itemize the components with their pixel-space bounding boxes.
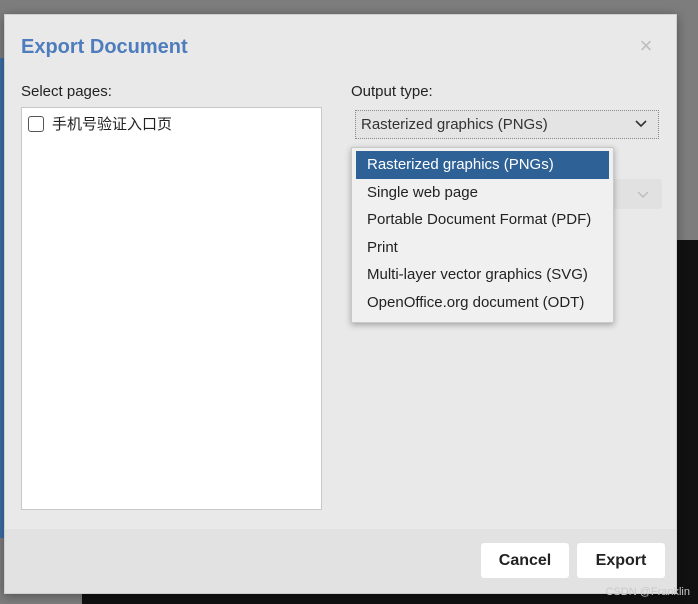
option-odt[interactable]: OpenOffice.org document (ODT): [356, 289, 609, 317]
export-button[interactable]: Export: [577, 543, 665, 578]
option-print[interactable]: Print: [356, 234, 609, 262]
page-checkbox[interactable]: [28, 115, 44, 132]
output-type-select[interactable]: Rasterized graphics (PNGs): [355, 110, 659, 139]
watermark: CSDN @Franklin: [605, 586, 690, 598]
close-icon[interactable]: ×: [635, 35, 657, 57]
output-type-dropdown: Rasterized graphics (PNGs) Single web pa…: [351, 147, 614, 323]
cancel-button[interactable]: Cancel: [481, 543, 569, 578]
dialog-title: Export Document: [21, 36, 188, 58]
background-canvas-right: [676, 240, 698, 604]
dialog-footer: Cancel Export: [5, 529, 676, 593]
option-pdf[interactable]: Portable Document Format (PDF): [356, 206, 609, 234]
chevron-down-icon: [635, 120, 647, 128]
output-type-label: Output type:: [351, 83, 433, 100]
option-png[interactable]: Rasterized graphics (PNGs): [356, 151, 609, 179]
option-svg[interactable]: Multi-layer vector graphics (SVG): [356, 261, 609, 289]
export-dialog: Export Document × Select pages: 手机号验证入口页…: [4, 14, 677, 594]
chevron-down-icon: [637, 191, 649, 198]
option-web-page[interactable]: Single web page: [356, 179, 609, 207]
select-pages-label: Select pages:: [21, 83, 112, 100]
pages-list[interactable]: 手机号验证入口页: [21, 107, 322, 510]
list-item[interactable]: 手机号验证入口页: [28, 113, 172, 134]
page-item-label: 手机号验证入口页: [52, 116, 173, 133]
output-type-value: Rasterized graphics (PNGs): [361, 116, 548, 133]
